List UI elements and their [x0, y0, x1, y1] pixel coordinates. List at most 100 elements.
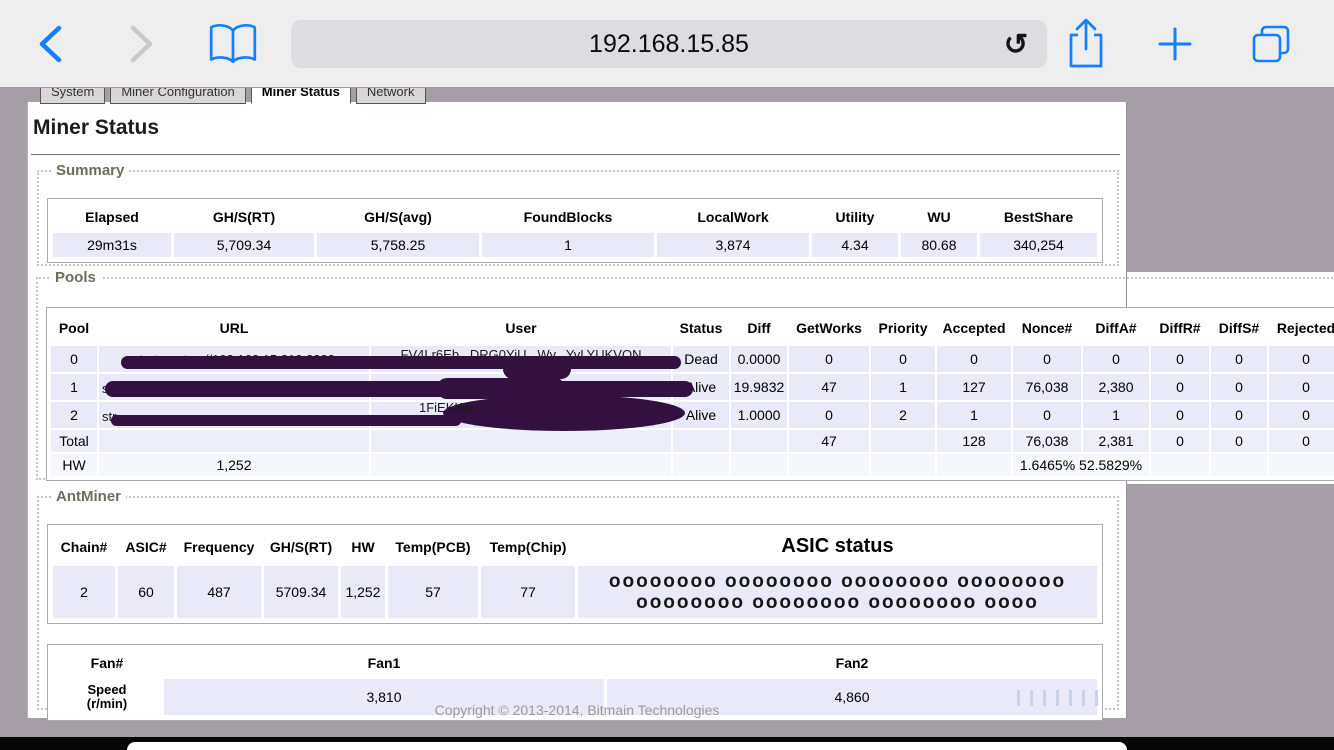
bookmarks-button[interactable]	[206, 20, 260, 68]
hw-getworks	[789, 454, 869, 476]
pools-header: Accepted	[942, 320, 1006, 336]
antminer-ghs-rt: 5709.34	[264, 566, 338, 618]
fan-header: Fan#	[90, 655, 124, 671]
pool-diffa: 0	[1083, 346, 1149, 372]
total-status	[673, 430, 729, 452]
pool-row-1: 1 s Alive 19.9832 47 1 127 76,038 2,380 …	[51, 374, 1334, 400]
bottom-edge-bar	[0, 737, 1334, 750]
pools-header: Diff	[747, 320, 771, 336]
fan-speed-label-line1: Speed	[87, 682, 127, 697]
pool-diffs: 0	[1211, 346, 1267, 372]
redacted-user-text: 1FiEKKw...	[419, 400, 483, 415]
antminer-asic-count: 60	[118, 566, 174, 618]
summary-table: Elapsed GH/S(RT) GH/S(avg) FoundBlocks L…	[50, 201, 1100, 260]
pool-row-0: 0 stratum+tcp://192.168.15.210:3333 FV4L…	[51, 346, 1334, 379]
pool-diffr: 0	[1151, 402, 1209, 428]
pool-id: 2	[51, 402, 97, 428]
pool-url-cell: s	[99, 374, 693, 400]
forward-button[interactable]	[118, 22, 162, 66]
total-accepted: 128	[937, 430, 1011, 452]
summary-table-box: Elapsed GH/S(RT) GH/S(avg) FoundBlocks L…	[47, 198, 1103, 263]
page-title: Miner Status	[33, 116, 160, 139]
hw-label: HW	[51, 454, 97, 476]
forward-chevron-icon	[130, 25, 153, 63]
pools-total-row: Total 47 128 76,038 2,381 0 0 0	[51, 430, 1334, 452]
summary-value-wu: 80.68	[901, 233, 977, 257]
total-diff	[731, 430, 787, 452]
pool-nonce: 0	[1013, 402, 1081, 428]
summary-value-foundblocks: 1	[482, 233, 654, 257]
summary-header: Utility	[835, 209, 875, 225]
summary-value-bestshare: 340,254	[980, 233, 1097, 257]
asic-status-cell: oooooooo oooooooo oooooooo oooooooo oooo…	[578, 566, 1097, 618]
pool-priority: 0	[871, 346, 935, 372]
share-icon	[1069, 18, 1103, 68]
hw-status	[673, 454, 729, 476]
pools-hw-row: HW 1,252 1.6465% 52.5829%	[51, 454, 1334, 476]
total-diffr: 0	[1151, 430, 1209, 452]
bottom-sheet-edge	[127, 742, 1127, 750]
back-button[interactable]	[30, 22, 74, 66]
pool-nonce: 0	[1013, 346, 1081, 372]
summary-legend: Summary	[51, 162, 130, 179]
pools-header: Status	[679, 320, 723, 336]
antminer-header: GH/S(RT)	[269, 538, 333, 555]
title-rule	[31, 154, 1120, 155]
hw-rejected	[1269, 454, 1334, 476]
url-text: 192.168.15.85	[589, 29, 749, 58]
new-tab-button[interactable]	[1153, 22, 1197, 66]
reload-icon[interactable]: ↻	[997, 25, 1035, 63]
pool-getworks: 0	[789, 346, 869, 372]
antminer-header: Frequency	[183, 538, 255, 555]
pool-id: 1	[51, 374, 97, 400]
antminer-table: Chain# ASIC# Frequency GH/S(RT) HW Temp(…	[50, 527, 1100, 621]
plus-icon	[1158, 27, 1192, 61]
total-nonce: 76,038	[1013, 430, 1081, 452]
pool-row-2: 2 str 1FiEKKw... Alive 1.0000 0 2 1 0 1 …	[51, 395, 1334, 431]
pool-url-cell: stratum+tcp://192.168.15.210:3333	[99, 346, 681, 379]
pool-getworks: 0	[789, 402, 869, 428]
overlapping-squares-icon	[1252, 25, 1290, 63]
pools-header: DiffA#	[1095, 320, 1137, 336]
pool-diff: 19.9832	[731, 374, 787, 400]
summary-header: BestShare	[1003, 209, 1074, 225]
pool-diff: 1.0000	[731, 402, 787, 428]
antminer-frequency: 487	[177, 566, 261, 618]
pool-diffs: 0	[1211, 374, 1267, 400]
pool-diffr: 0	[1151, 346, 1209, 372]
stale-percent: 52.5829%	[1079, 457, 1143, 473]
pools-header: GetWorks	[796, 320, 862, 336]
summary-value-utility: 4.34	[812, 233, 898, 257]
antminer-chain: 2	[53, 566, 115, 618]
tab-overview-button[interactable]	[1247, 20, 1295, 68]
summary-value-elapsed: 29m31s	[53, 233, 171, 257]
address-bar[interactable]: 192.168.15.85 ↻	[291, 20, 1047, 68]
pools-header: DiffR#	[1159, 320, 1201, 336]
redaction-mark	[111, 415, 461, 426]
pool-status: Dead	[673, 346, 729, 372]
antminer-temp-pcb: 57	[388, 566, 478, 618]
pools-header: Priority	[878, 320, 928, 336]
pool-id: 0	[51, 346, 97, 372]
pool-diffs: 0	[1211, 402, 1267, 428]
pools-header: Rejected	[1276, 320, 1334, 336]
summary-header: LocalWork	[697, 209, 769, 225]
total-rejected: 0	[1269, 430, 1334, 452]
antminer-hw: 1,252	[341, 566, 385, 618]
total-diffs: 0	[1211, 430, 1267, 452]
summary-header: GH/S(RT)	[212, 209, 276, 225]
browser-toolbar: 192.168.15.85 ↻	[0, 0, 1334, 88]
antminer-legend: AntMiner	[51, 488, 126, 505]
total-label: Total	[51, 430, 97, 452]
scrollbar-ticks	[1017, 690, 1117, 708]
total-getworks: 47	[789, 430, 869, 452]
asic-status-line1: oooooooo oooooooo oooooooo oooooooo	[608, 571, 1067, 592]
share-button[interactable]	[1063, 14, 1109, 72]
redaction-mark	[105, 381, 693, 397]
fan-header: Fan2	[835, 655, 869, 671]
pool-diffr: 0	[1151, 374, 1209, 400]
hw-diffs	[1211, 454, 1267, 476]
pools-legend: Pools	[50, 269, 101, 286]
summary-header: Elapsed	[85, 209, 139, 225]
summary-header: WU	[927, 209, 951, 225]
